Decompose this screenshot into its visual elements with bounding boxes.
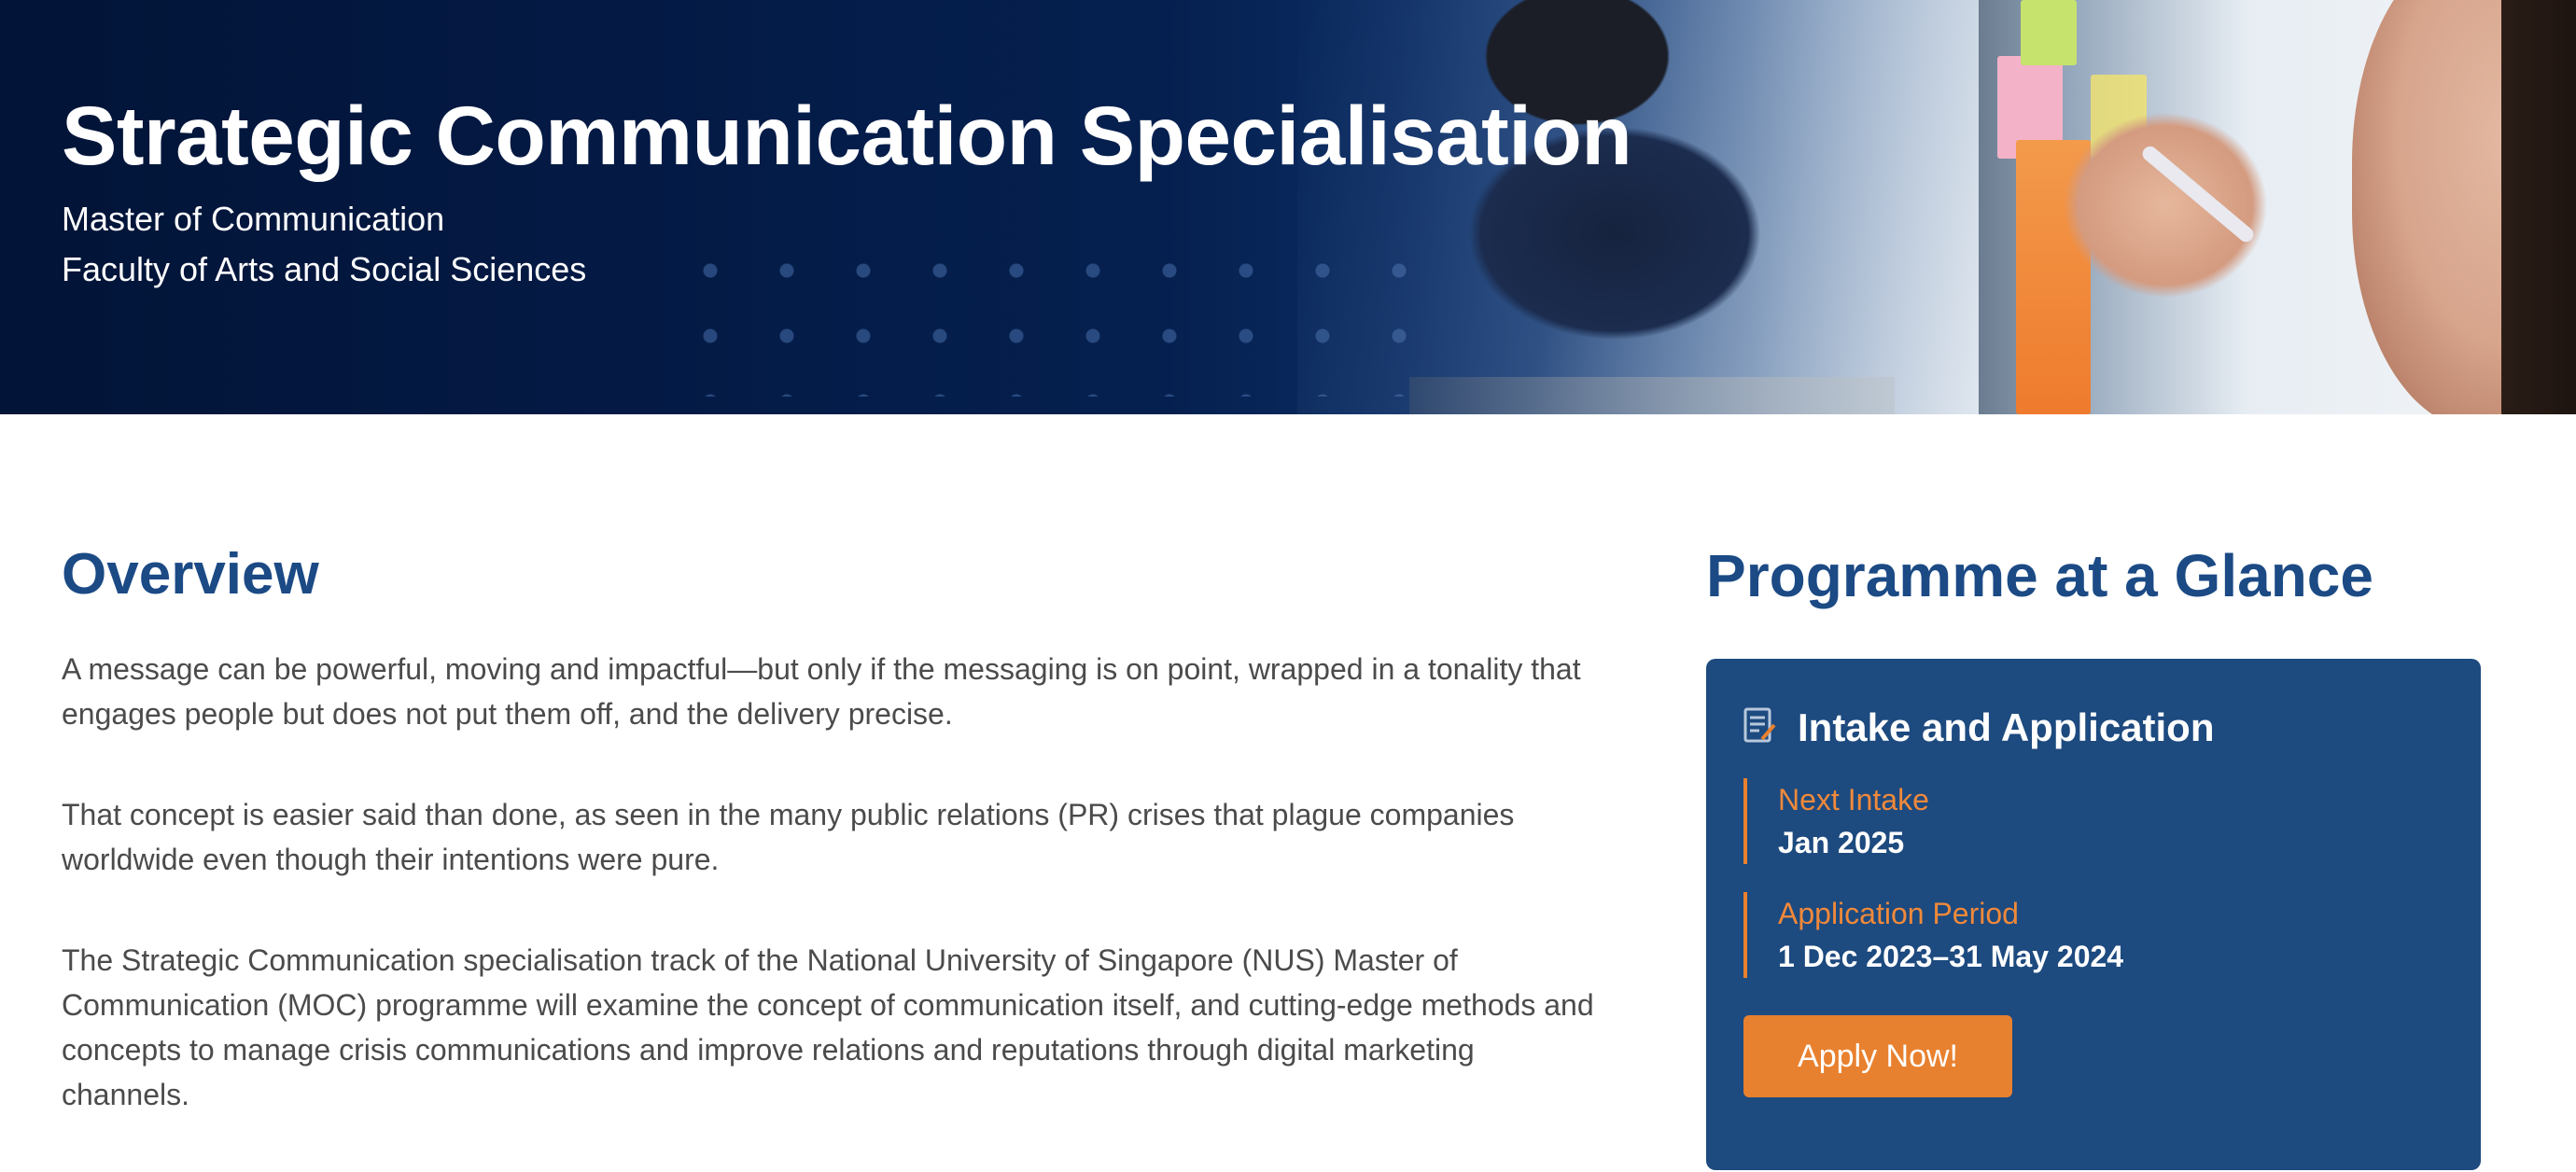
overview-paragraph: The Strategic Communication specialisati… [62, 943, 1594, 1111]
next-intake-value: Jan 2025 [1778, 826, 1905, 859]
hero-subtitle: Master of Communication Faculty of Arts … [62, 194, 1631, 295]
overview-paragraph: A message can be powerful, moving and im… [62, 652, 1581, 731]
apply-now-button[interactable]: Apply Now! [1743, 1015, 2012, 1097]
document-edit-icon [1743, 707, 1777, 748]
programme-glance-section: Programme at a Glance Intake and Applica… [1706, 539, 2481, 1170]
card-header: Intake and Application [1743, 705, 2443, 750]
page-title: Strategic Communication Specialisation [62, 89, 1632, 182]
card-title: Intake and Application [1798, 705, 2215, 749]
sticky-note [2021, 0, 2077, 65]
next-intake-item: Next Intake Jan 2025 [1743, 778, 2443, 864]
programme-name: Master of Communication [62, 199, 445, 238]
hero-banner: Strategic Communication Specialisation M… [0, 0, 2576, 414]
application-period-item: Application Period 1 Dec 2023–31 May 202… [1743, 892, 2443, 978]
hero-text: Strategic Communication Specialisation M… [62, 89, 1632, 295]
glance-heading: Programme at a Glance [1706, 542, 2373, 609]
next-intake-label: Next Intake [1778, 783, 1929, 816]
desk [1409, 377, 1895, 414]
faculty-name: Faculty of Arts and Social Sciences [62, 249, 587, 288]
intake-application-card: Intake and Application Next Intake Jan 2… [1706, 659, 2481, 1170]
overview-heading: Overview [62, 542, 319, 607]
hair [2501, 0, 2576, 414]
hand [2063, 112, 2268, 299]
application-period-value: 1 Dec 2023–31 May 2024 [1778, 940, 2124, 973]
overview-section: Overview A message can be powerful, movi… [62, 541, 1602, 1117]
hero-photo-woman-sticky-notes [1979, 0, 2576, 414]
overview-paragraph: That concept is easier said than done, a… [62, 798, 1515, 876]
application-period-label: Application Period [1778, 897, 2019, 930]
